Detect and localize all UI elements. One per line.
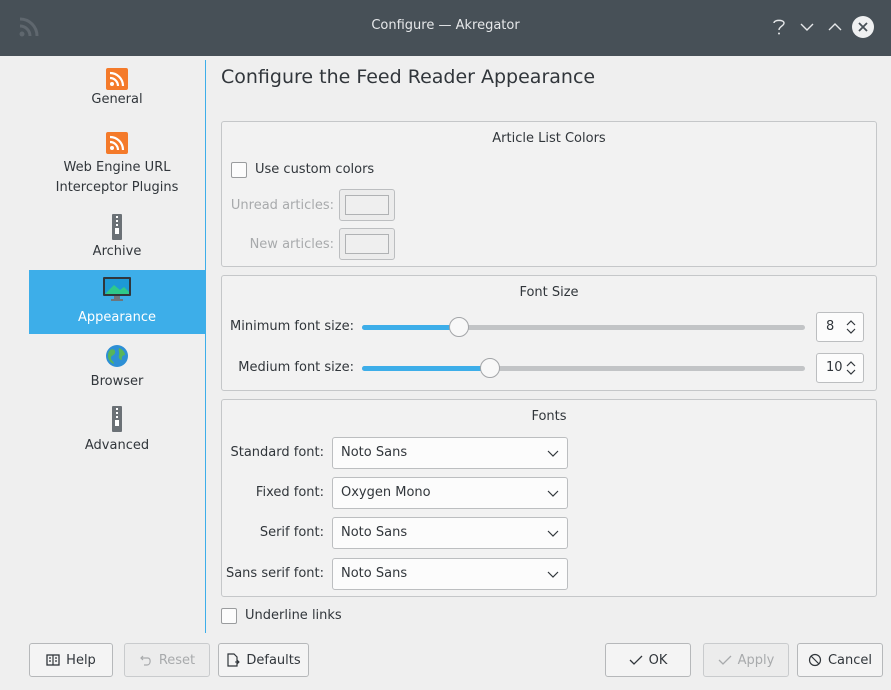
apply-button[interactable]: Apply — [703, 643, 789, 677]
undo-icon — [139, 655, 151, 666]
spinbox-value: 10 — [826, 360, 843, 375]
medium-font-size-spinbox[interactable]: 10 — [816, 353, 864, 383]
reset-button[interactable]: Reset — [124, 643, 210, 677]
rss-feed-icon — [106, 132, 128, 154]
group-title: Article List Colors — [492, 131, 606, 146]
minimum-font-size-slider[interactable] — [362, 317, 805, 337]
button-label: OK — [648, 652, 668, 668]
cancel-icon — [808, 653, 822, 667]
spin-arrows-icon — [846, 320, 856, 334]
defaults-button[interactable]: Defaults — [218, 643, 309, 677]
standard-font-label: Standard font: — [230, 445, 324, 460]
sans-serif-font-label: Sans serif font: — [225, 566, 324, 581]
chevron-down-icon — [800, 23, 814, 31]
use-custom-colors-checkbox[interactable] — [231, 162, 247, 178]
sidebar-item-label: Advanced — [84, 438, 150, 453]
sidebar-item-advanced[interactable]: Advanced — [29, 402, 205, 460]
sidebar-item-general[interactable]: General — [29, 64, 205, 124]
standard-font-combo[interactable]: Noto Sans — [332, 437, 568, 469]
document-revert-icon — [227, 653, 241, 667]
button-label: Defaults — [246, 652, 301, 668]
sidebar-item-archive[interactable]: Archive — [29, 210, 205, 268]
slider-fill — [362, 366, 490, 371]
sans-serif-font-combo[interactable]: Noto Sans — [332, 558, 568, 590]
new-articles-color-button[interactable] — [339, 228, 395, 260]
sidebar-item-label: Browser — [90, 374, 144, 389]
combo-value: Noto Sans — [341, 566, 408, 581]
group-title: Fonts — [531, 409, 567, 424]
chevron-up-icon — [828, 23, 842, 31]
unread-articles-label: Unread articles: — [230, 198, 334, 213]
context-help-button[interactable] — [767, 15, 791, 39]
medium-font-size-label: Medium font size: — [238, 360, 354, 375]
sidebar-item-label: Web Engine URL — [63, 160, 171, 175]
sidebar-item-appearance[interactable]: Appearance — [29, 270, 205, 334]
cancel-button[interactable]: Cancel — [797, 643, 883, 677]
maximize-button[interactable] — [823, 15, 847, 39]
chevron-down-icon — [547, 571, 559, 578]
chevron-down-icon — [547, 530, 559, 537]
underline-links-checkbox[interactable] — [221, 608, 237, 624]
combo-value: Noto Sans — [341, 445, 408, 460]
globe-icon — [105, 344, 129, 368]
fixed-font-label: Fixed font: — [255, 485, 324, 500]
sidebar-item-label: Archive — [92, 244, 142, 259]
close-button[interactable] — [851, 15, 875, 39]
font-size-group: Font Size Minimum font size: 8 Medium fo… — [221, 275, 877, 391]
button-label: Reset — [158, 652, 196, 668]
ok-button[interactable]: OK — [605, 643, 691, 677]
new-articles-label: New articles: — [249, 237, 334, 252]
sidebar-divider — [205, 60, 206, 633]
color-swatch — [345, 234, 389, 254]
button-label: Cancel — [827, 652, 873, 668]
color-swatch — [345, 195, 389, 215]
button-label: Help — [66, 652, 96, 668]
checkmark-icon — [718, 655, 732, 665]
slider-fill — [362, 325, 459, 330]
close-icon — [858, 22, 868, 32]
medium-font-size-slider[interactable] — [362, 358, 805, 378]
combo-value: Oxygen Mono — [341, 485, 431, 500]
combo-value: Noto Sans — [341, 525, 408, 540]
category-sidebar: General Web Engine URL Interceptor Plugi… — [29, 60, 205, 480]
spinbox-value: 8 — [826, 319, 835, 334]
rss-feed-icon — [106, 68, 128, 90]
title-bar[interactable]: Configure — Akregator — [0, 0, 891, 56]
fonts-group: Fonts Standard font: Noto Sans Fixed fon… — [221, 399, 877, 597]
help-button[interactable]: Help — [29, 643, 113, 677]
help-book-icon — [46, 654, 60, 666]
serif-font-combo[interactable]: Noto Sans — [332, 517, 568, 549]
article-list-colors-group: Article List Colors Use custom colors Un… — [221, 121, 877, 267]
spin-arrows-icon — [846, 361, 856, 375]
monitor-icon — [102, 276, 132, 302]
button-label: Apply — [737, 652, 775, 668]
chevron-down-icon — [547, 450, 559, 457]
page-title: Configure the Feed Reader Appearance — [221, 66, 596, 88]
minimum-font-size-label: Minimum font size: — [230, 319, 354, 334]
checkmark-icon — [629, 655, 643, 665]
minimize-button[interactable] — [795, 15, 819, 39]
configure-dialog: Configure — Akregator General Web Engine… — [0, 0, 891, 690]
sidebar-item-label-line2: Interceptor Plugins — [55, 180, 179, 195]
sidebar-item-label: General — [91, 92, 143, 107]
chevron-down-icon — [547, 490, 559, 497]
question-mark-icon — [773, 19, 785, 35]
unread-articles-color-button[interactable] — [339, 189, 395, 221]
group-title: Font Size — [519, 285, 579, 300]
sidebar-item-browser[interactable]: Browser — [29, 340, 205, 398]
archive-zipper-icon — [111, 214, 123, 240]
fixed-font-combo[interactable]: Oxygen Mono — [332, 477, 568, 509]
serif-font-label: Serif font: — [259, 525, 324, 540]
slider-handle[interactable] — [449, 317, 469, 337]
use-custom-colors-label[interactable]: Use custom colors — [255, 162, 374, 177]
sidebar-item-label: Appearance — [77, 310, 157, 325]
window-title: Configure — Akregator — [371, 18, 520, 33]
underline-links-label[interactable]: Underline links — [245, 608, 342, 623]
archive-zipper-icon — [111, 406, 123, 432]
slider-handle[interactable] — [480, 358, 500, 378]
minimum-font-size-spinbox[interactable]: 8 — [816, 312, 864, 342]
sidebar-item-web-engine-url-interceptor-plugins[interactable]: Web Engine URL Interceptor Plugins — [29, 128, 205, 208]
